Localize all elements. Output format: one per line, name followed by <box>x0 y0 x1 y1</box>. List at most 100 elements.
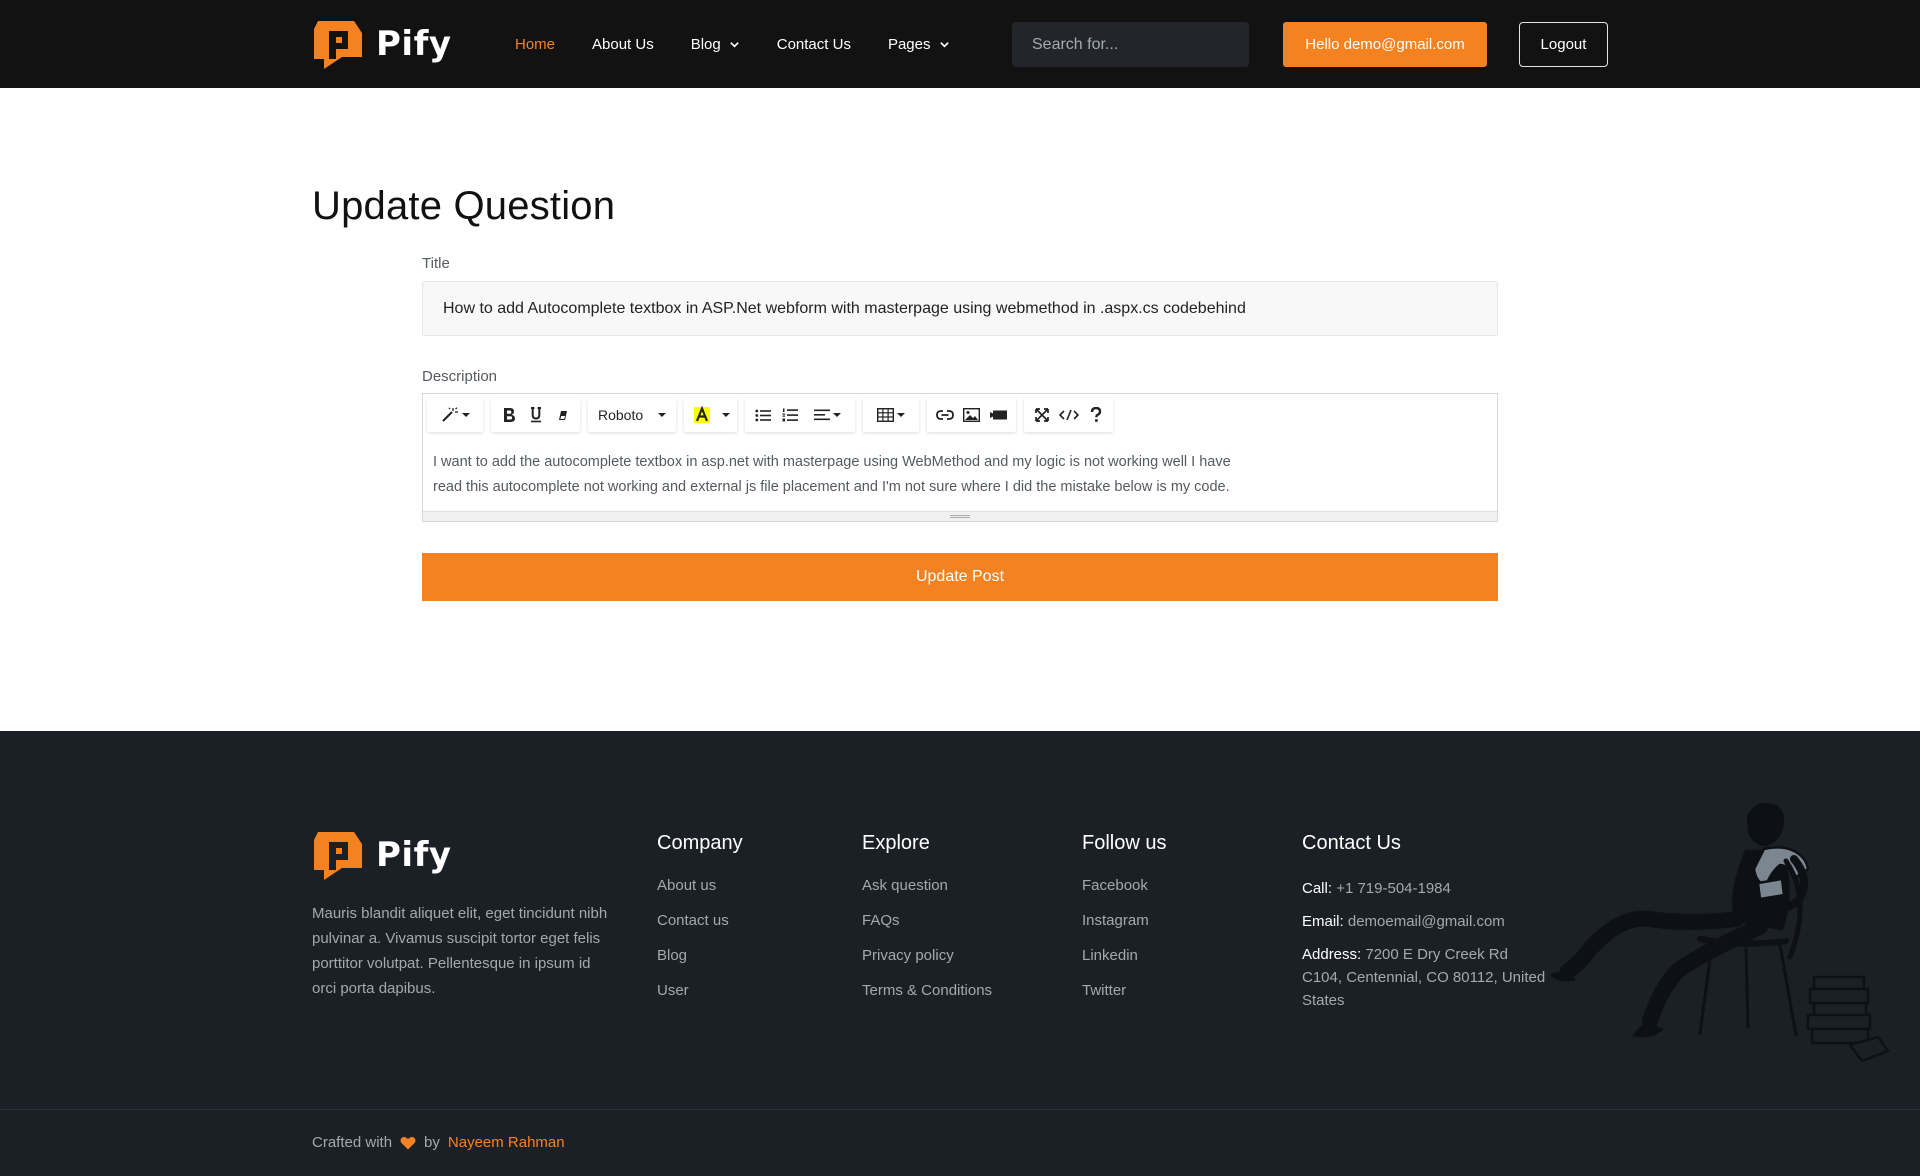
dropdown-caret-icon <box>461 413 470 417</box>
video-icon <box>990 410 1008 420</box>
nav-pages-label: Pages <box>887 35 931 53</box>
pify-logo-icon <box>314 21 362 69</box>
logout-button[interactable]: Logout <box>1519 22 1608 67</box>
magic-wand-icon <box>441 407 458 422</box>
text-color-dropdown[interactable] <box>715 400 733 430</box>
contact-phone-label: Call: <box>1302 880 1333 897</box>
search-input[interactable] <box>1032 35 1239 54</box>
text-color-button[interactable] <box>688 400 715 430</box>
nav-contact-us[interactable]: Contact Us <box>777 36 851 53</box>
bold-icon <box>503 408 515 422</box>
paragraph-align-button[interactable] <box>803 400 851 430</box>
reading-person-illustration <box>1550 803 1890 1063</box>
credits-author-link[interactable]: Nayeem Rahman <box>448 1134 565 1151</box>
nav-about-us-label: About Us <box>592 35 654 53</box>
nav-pages[interactable]: Pages <box>888 36 950 53</box>
insert-link-button[interactable] <box>931 400 958 430</box>
brand-name: Pify <box>376 24 452 64</box>
footer-logo[interactable]: Pify <box>312 830 452 880</box>
footer-link-twitter[interactable]: Twitter <box>1082 982 1166 999</box>
description-editor-content[interactable]: I want to add the autocomplete textbox i… <box>433 450 1313 500</box>
user-account-button[interactable]: Hello demo@gmail.com <box>1283 22 1487 67</box>
unordered-list-button[interactable] <box>749 400 776 430</box>
align-left-icon <box>813 409 830 421</box>
toolbar-style-group <box>427 398 483 432</box>
title-input[interactable] <box>422 281 1498 336</box>
description-label: Description <box>422 368 498 385</box>
help-button[interactable] <box>1082 400 1109 430</box>
clear-format-button[interactable] <box>549 400 576 430</box>
footer-follow-heading: Follow us <box>1082 832 1167 854</box>
dropdown-caret-icon <box>832 413 841 417</box>
footer-link-instagram[interactable]: Instagram <box>1082 912 1166 929</box>
numbered-list-icon <box>782 408 798 422</box>
bold-button[interactable] <box>495 400 522 430</box>
main-nav: Home About Us Blog Contact Us Pages <box>515 0 987 88</box>
credits-by: by <box>424 1134 440 1151</box>
footer-credits: Crafted with by Nayeem Rahman <box>312 1134 565 1151</box>
toolbar-format-group <box>491 398 580 432</box>
nav-home-label: Home <box>515 35 556 53</box>
heart-icon <box>400 1136 416 1149</box>
footer-explore-heading: Explore <box>862 832 930 854</box>
footer-divider <box>0 1109 1920 1110</box>
footer-link-faqs[interactable]: FAQs <box>862 912 992 929</box>
title-label: Title <box>422 255 450 272</box>
fullscreen-button[interactable] <box>1028 400 1055 430</box>
contact-address-label: Address: <box>1302 946 1362 963</box>
ordered-list-button[interactable] <box>776 400 803 430</box>
nav-home[interactable]: Home <box>515 36 555 53</box>
contact-phone-value[interactable]: +1 719-504-1984 <box>1336 880 1451 897</box>
toolbar-paragraph-group <box>745 398 856 432</box>
footer-contact-column: Contact Us Call: +1 719-504-1984 Email: … <box>1302 832 1552 1022</box>
footer-link-blog[interactable]: Blog <box>657 947 743 964</box>
chevron-down-icon <box>729 41 739 48</box>
footer-explore-column: Explore Ask question FAQs Privacy policy… <box>862 832 992 1017</box>
footer-link-linkedin[interactable]: Linkedin <box>1082 947 1166 964</box>
editor-resize-handle[interactable] <box>423 511 1497 521</box>
toolbar-table-group <box>863 398 920 432</box>
footer-link-terms[interactable]: Terms & Conditions <box>862 982 992 999</box>
link-icon <box>935 410 954 420</box>
nav-about-us[interactable]: About Us <box>592 36 654 53</box>
header-logo[interactable]: Pify <box>312 19 452 69</box>
style-button[interactable] <box>431 400 479 430</box>
footer-link-contact-us[interactable]: Contact us <box>657 912 743 929</box>
insert-image-button[interactable] <box>958 400 985 430</box>
font-family-dropdown[interactable]: Roboto <box>592 400 672 430</box>
dropdown-caret-icon <box>897 413 906 417</box>
toolbar-color-group <box>684 398 738 432</box>
nav-blog[interactable]: Blog <box>691 36 740 53</box>
image-icon <box>963 408 981 422</box>
footer-about-text: Mauris blandit aliquet elit, eget tincid… <box>312 905 608 997</box>
description-editor: Roboto I want to add the autocomplete te… <box>422 393 1498 522</box>
footer-link-user[interactable]: User <box>657 982 743 999</box>
insert-video-button[interactable] <box>985 400 1012 430</box>
chevron-down-icon <box>939 41 949 48</box>
eraser-icon <box>558 411 567 420</box>
underline-icon <box>530 407 541 423</box>
toolbar-view-group <box>1024 398 1114 432</box>
contact-address: Address: 7200 E Dry Creek Rd C104, Cente… <box>1302 943 1552 1012</box>
insert-table-button[interactable] <box>867 400 915 430</box>
site-footer: Pify Mauris blandit aliquet elit, eget t… <box>0 731 1920 1176</box>
bullet-list-icon <box>755 409 771 421</box>
footer-link-facebook[interactable]: Facebook <box>1082 877 1166 894</box>
code-view-button[interactable] <box>1055 400 1082 430</box>
dropdown-caret-icon <box>658 413 667 417</box>
footer-link-about-us[interactable]: About us <box>657 877 743 894</box>
description-line: read this autocomplete not working and e… <box>433 479 1230 495</box>
underline-button[interactable] <box>522 400 549 430</box>
footer-follow-column: Follow us Facebook Instagram Linkedin Tw… <box>1082 832 1166 1017</box>
brand-name: Pify <box>376 835 452 875</box>
font-family-value: Roboto <box>598 407 644 423</box>
contact-phone: Call: +1 719-504-1984 <box>1302 877 1552 900</box>
footer-link-ask-question[interactable]: Ask question <box>862 877 992 894</box>
update-post-button[interactable]: Update Post <box>422 553 1498 601</box>
footer-link-privacy-policy[interactable]: Privacy policy <box>862 947 992 964</box>
contact-email-value[interactable]: demoemail@gmail.com <box>1348 913 1505 930</box>
grip-icon <box>950 515 970 516</box>
nav-contact-us-label: Contact Us <box>776 35 851 53</box>
nav-blog-label: Blog <box>690 35 721 53</box>
help-icon <box>1090 407 1101 422</box>
